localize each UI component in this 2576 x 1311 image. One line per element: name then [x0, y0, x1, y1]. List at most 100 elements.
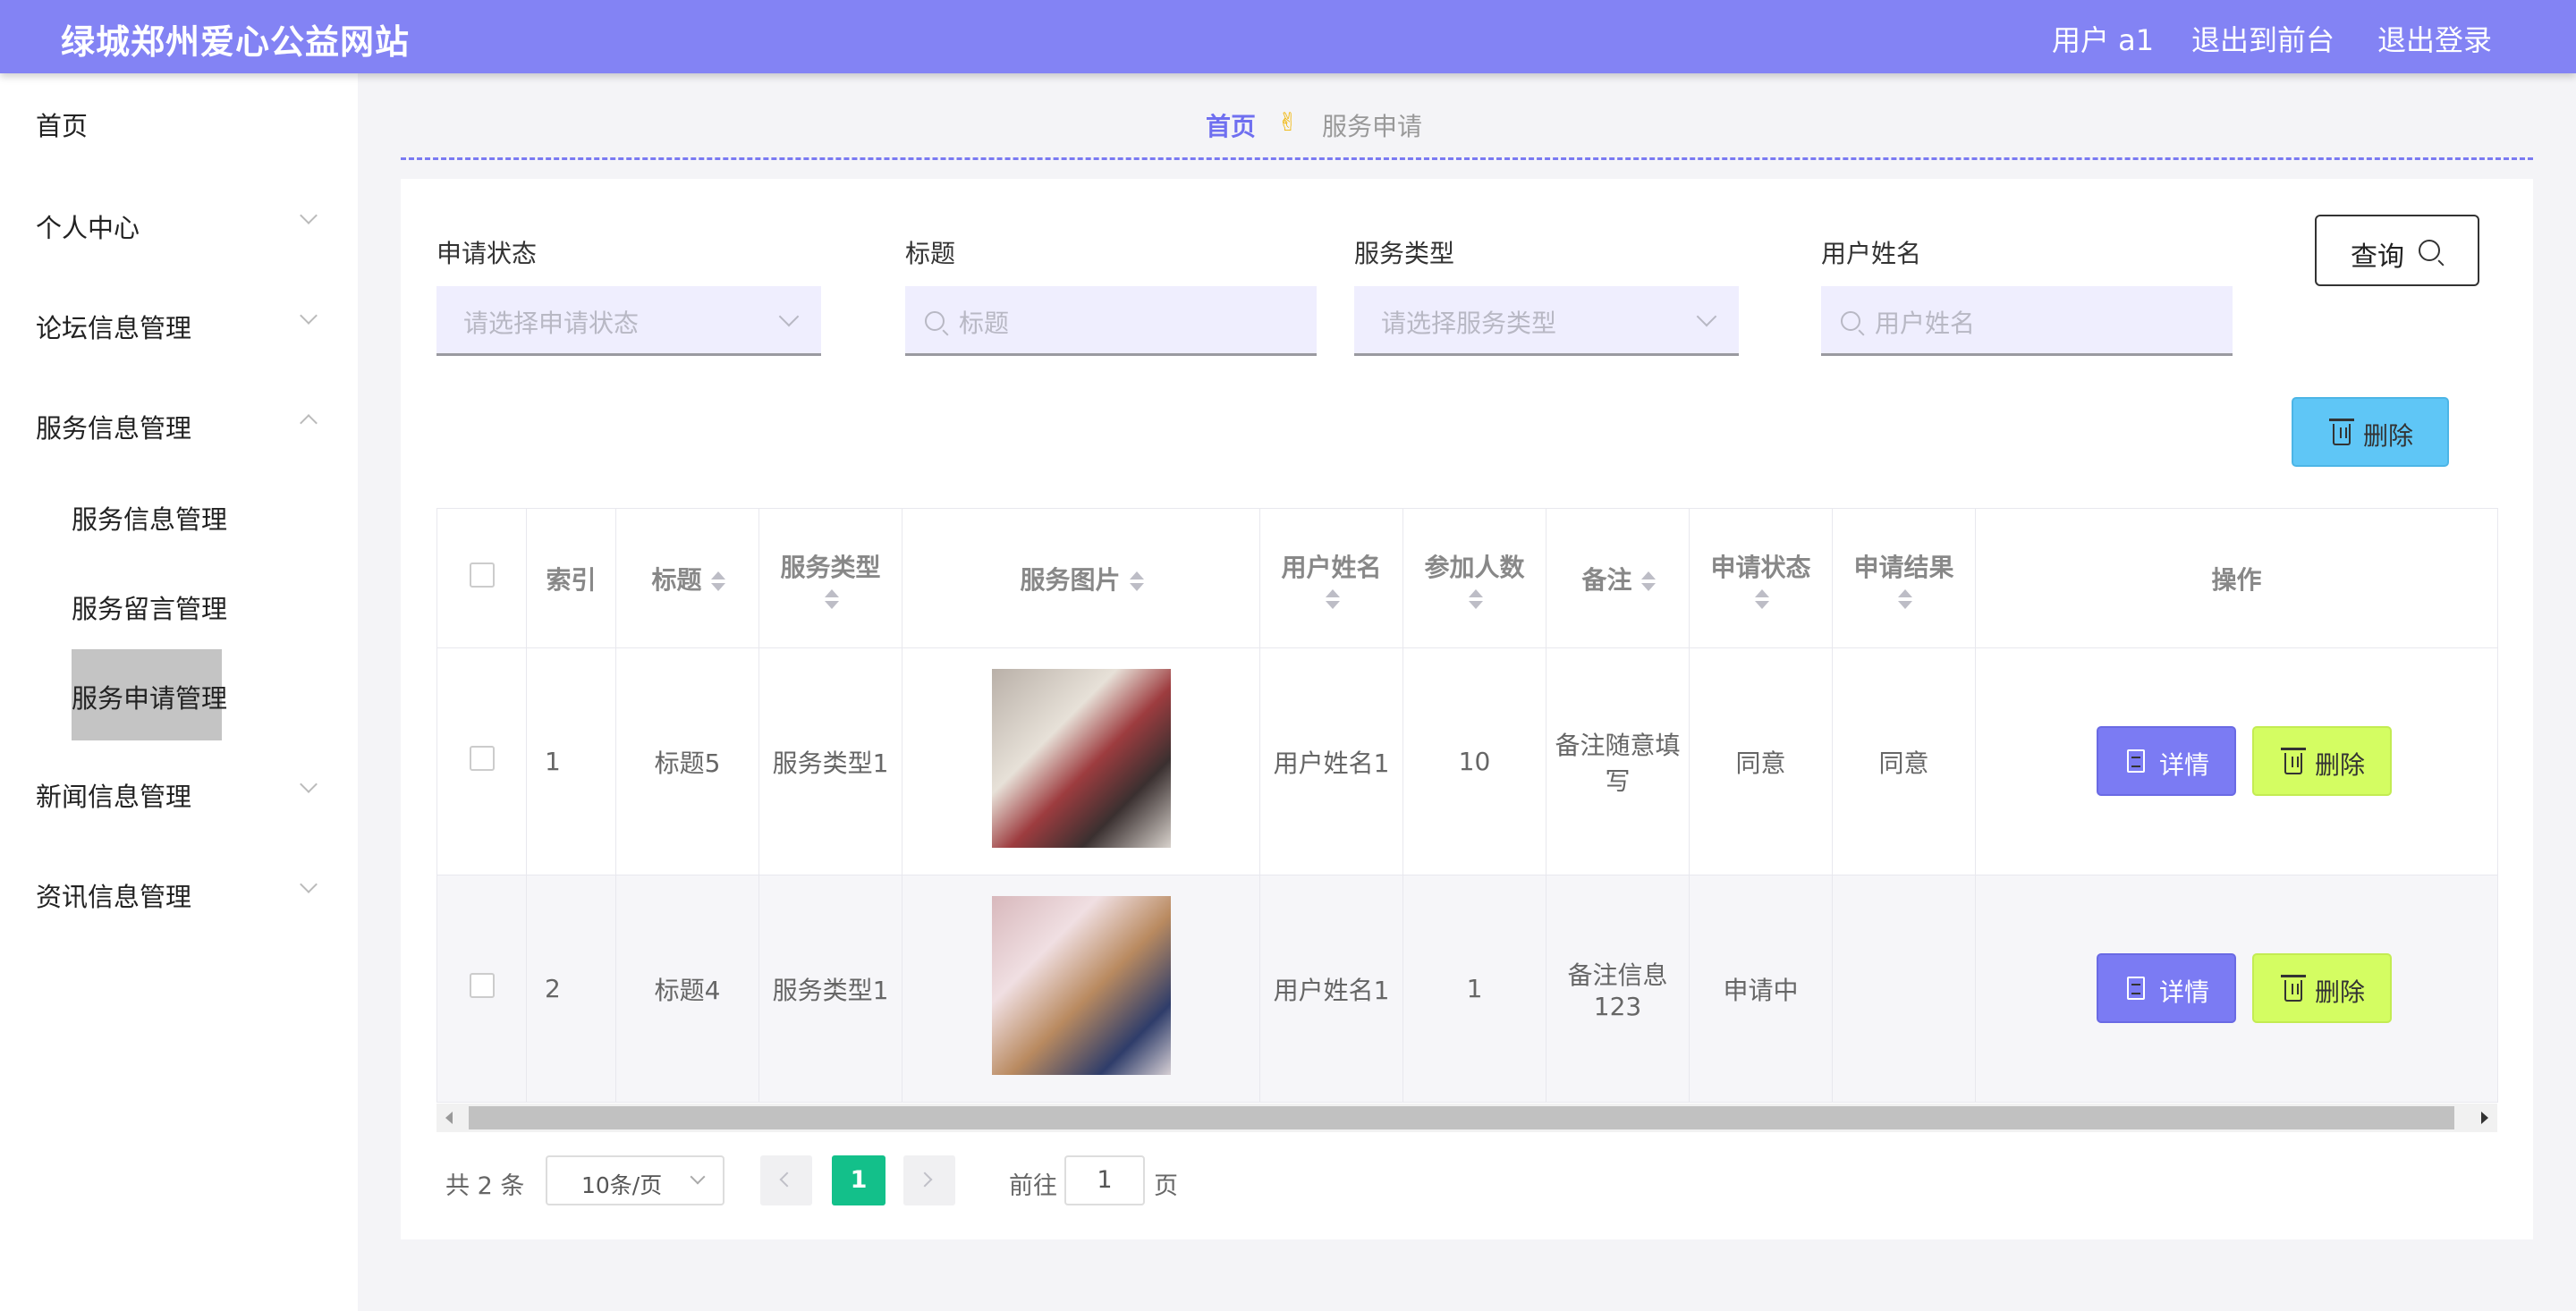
sidebar-item-forum[interactable]: 论坛信息管理 [36, 308, 191, 345]
trash-icon [2281, 748, 2306, 774]
header-image[interactable]: 服务图片 [902, 508, 1260, 648]
service-photo [991, 669, 1171, 848]
status-filter-label: 申请状态 [436, 239, 538, 268]
header-title[interactable]: 标题 [615, 508, 759, 648]
cell-actions [1975, 875, 2498, 1103]
exit-to-front-link[interactable]: 退出到前台 [2191, 18, 2334, 59]
row-delete-button[interactable]: 删除 [2252, 953, 2392, 1023]
username-input-placeholder: 用户姓名 [1875, 309, 1976, 338]
page-size-select[interactable]: 10条/页 [546, 1155, 724, 1205]
sidebar-subitem-service-application[interactable]: 服务申请管理 [72, 678, 227, 715]
document-icon [2127, 977, 2145, 1000]
cell-note: 备注随意填写 [1546, 647, 1690, 875]
username-input[interactable]: 用户姓名 [1821, 286, 2233, 356]
select-all-checkbox[interactable] [469, 562, 495, 588]
cell-title: 标题5 [615, 647, 759, 875]
chevron-down-icon [300, 875, 318, 893]
cell-count: 10 [1402, 647, 1546, 875]
row-delete-button-label: 删除 [2315, 750, 2366, 780]
query-button[interactable]: 查询 [2315, 215, 2479, 286]
cell-username: 用户姓名1 [1259, 647, 1403, 875]
title-input[interactable]: 标题 [905, 286, 1317, 356]
chevron-down-icon [300, 207, 318, 224]
cell-image [902, 875, 1260, 1103]
cell-note: 备注信息123 [1546, 875, 1690, 1103]
search-icon [1841, 311, 1860, 331]
sort-icon[interactable] [824, 588, 839, 609]
status-select[interactable]: 请选择申请状态 [436, 286, 821, 356]
header-note[interactable]: 备注 [1546, 508, 1690, 648]
cell-username: 用户姓名1 [1259, 875, 1403, 1103]
username-filter-label: 用户姓名 [1821, 239, 1922, 268]
chevron-down-icon [690, 1169, 706, 1185]
cell-type: 服务类型1 [758, 875, 902, 1103]
sort-icon[interactable] [1897, 588, 1912, 609]
pagination-total: 共 2 条 [445, 1172, 525, 1200]
type-select[interactable]: 请选择服务类型 [1354, 286, 1739, 356]
victory-hand-icon: ✌ [1277, 107, 1299, 137]
type-select-placeholder: 请选择服务类型 [1381, 309, 1557, 338]
sort-icon[interactable] [1640, 571, 1656, 591]
header-status[interactable]: 申请状态 [1689, 508, 1833, 648]
row-checkbox[interactable] [469, 973, 495, 998]
cell-status: 同意 [1689, 647, 1833, 875]
table-horizontal-scrollbar[interactable] [436, 1104, 2497, 1132]
cell-type: 服务类型1 [758, 647, 902, 875]
detail-button[interactable]: 详情 [2097, 726, 2236, 796]
row-delete-button[interactable]: 删除 [2252, 726, 2392, 796]
goto-page-input[interactable]: 1 [1064, 1155, 1145, 1205]
title-input-placeholder: 标题 [959, 309, 1010, 338]
detail-button[interactable]: 详情 [2097, 953, 2236, 1023]
sidebar-item-service[interactable]: 服务信息管理 [36, 408, 191, 445]
header-type[interactable]: 服务类型 [758, 508, 902, 648]
sidebar-item-home[interactable]: 首页 [36, 106, 88, 143]
header-index: 索引 [526, 508, 616, 648]
sort-icon[interactable] [1754, 588, 1769, 609]
sort-icon[interactable] [1325, 588, 1340, 609]
sort-icon[interactable] [1129, 571, 1144, 591]
query-button-label: 查询 [2351, 241, 2404, 273]
logout-link[interactable]: 退出登录 [2377, 18, 2492, 59]
header-username[interactable]: 用户姓名 [1259, 508, 1403, 648]
document-icon [2127, 749, 2145, 773]
cell-title: 标题4 [615, 875, 759, 1103]
sort-icon[interactable] [710, 571, 725, 591]
select-all-cell [436, 508, 527, 648]
type-filter-label: 服务类型 [1354, 239, 1455, 268]
prev-page-button[interactable] [760, 1155, 812, 1205]
scroll-left-arrow-icon[interactable] [445, 1112, 453, 1124]
batch-delete-button[interactable]: 删除 [2292, 397, 2449, 467]
breadcrumb-current: 服务申请 [1322, 112, 1423, 141]
cell-result: 同意 [1832, 647, 1976, 875]
cell-index: 2 [526, 875, 616, 1103]
chevron-right-icon [917, 1171, 933, 1188]
row-delete-button-label: 删除 [2315, 977, 2366, 1007]
sort-icon[interactable] [1468, 588, 1483, 609]
title-filter-label: 标题 [905, 239, 956, 268]
detail-button-label: 详情 [2159, 977, 2210, 1007]
trash-icon [2329, 419, 2354, 445]
table-header-row: 索引 标题 服务类型 服务图片 用户姓名 参加人数 备注 申请状态 申请结果 操… [436, 508, 2498, 648]
detail-button-label: 详情 [2159, 750, 2210, 780]
header-count[interactable]: 参加人数 [1402, 508, 1546, 648]
breadcrumb-divider [401, 157, 2533, 160]
sidebar-item-news[interactable]: 新闻信息管理 [36, 776, 191, 814]
sidebar-item-personal-center[interactable]: 个人中心 [36, 207, 140, 245]
service-photo [991, 896, 1171, 1075]
breadcrumb-home[interactable]: 首页 [1206, 107, 1256, 143]
sidebar-subitem-service-message[interactable]: 服务留言管理 [72, 588, 227, 626]
chevron-down-icon [300, 775, 318, 793]
cell-image [902, 647, 1260, 875]
cell-index: 1 [526, 647, 616, 875]
next-page-button[interactable] [903, 1155, 955, 1205]
sidebar-subitem-service-info[interactable]: 服务信息管理 [72, 499, 227, 537]
header-result[interactable]: 申请结果 [1832, 508, 1976, 648]
row-checkbox[interactable] [469, 746, 495, 771]
current-user: 用户 a1 [2052, 23, 2155, 57]
page-unit-label: 页 [1154, 1172, 1178, 1200]
scrollbar-thumb[interactable] [469, 1106, 2454, 1129]
scroll-right-arrow-icon[interactable] [2481, 1112, 2488, 1124]
page-number-current[interactable]: 1 [832, 1155, 886, 1205]
status-select-placeholder: 请选择申请状态 [463, 309, 640, 338]
sidebar-item-information[interactable]: 资讯信息管理 [36, 876, 191, 914]
